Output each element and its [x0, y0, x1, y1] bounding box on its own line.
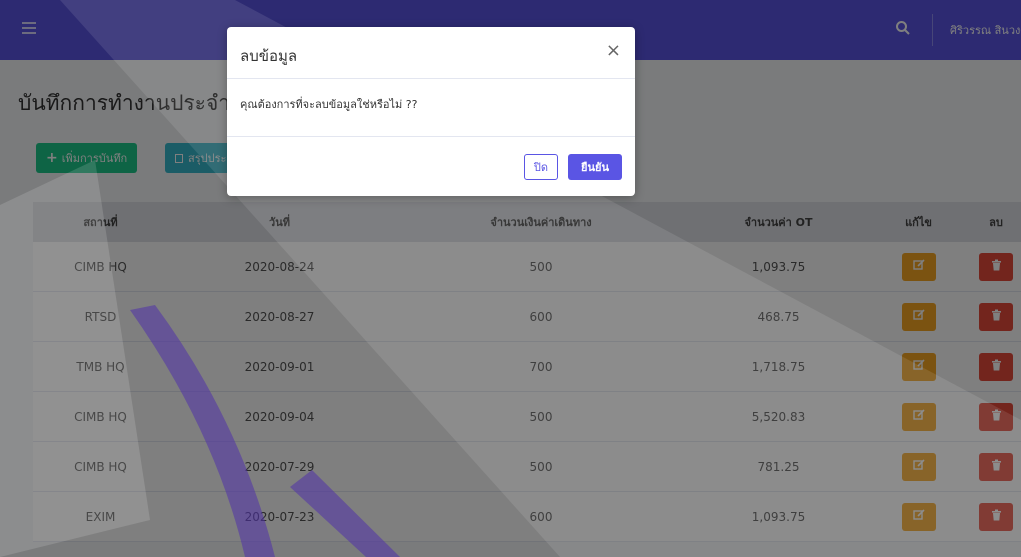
close-button[interactable]: ปิด	[524, 154, 558, 180]
close-icon[interactable]: ×	[606, 40, 621, 61]
modal-title: ลบข้อมูล	[240, 47, 298, 65]
modal-header: ลบข้อมูล ×	[227, 27, 635, 79]
modal-message: คุณต้องการที่จะลบข้อมูลใช่หรือไม่ ??	[240, 98, 418, 111]
modal-body: คุณต้องการที่จะลบข้อมูลใช่หรือไม่ ??	[227, 79, 635, 137]
delete-confirm-modal: ลบข้อมูล × คุณต้องการที่จะลบข้อมูลใช่หรื…	[227, 27, 635, 196]
confirm-button[interactable]: ยืนยัน	[568, 154, 622, 180]
modal-footer: ปิด ยืนยัน	[227, 137, 635, 195]
